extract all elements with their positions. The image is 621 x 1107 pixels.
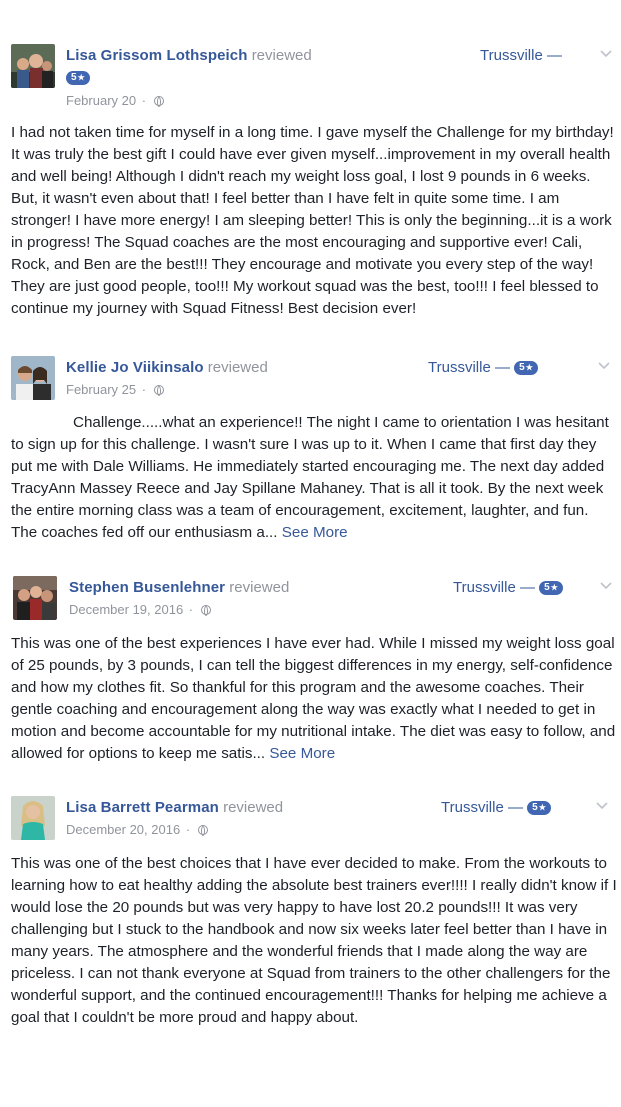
- avatar[interactable]: [11, 356, 55, 400]
- reviewer-name[interactable]: Stephen Busenlehner: [69, 579, 225, 596]
- review-action: reviewed: [251, 47, 312, 64]
- location-label: Trussville —: [453, 579, 535, 596]
- review-meta: February 20 ·: [66, 93, 164, 108]
- review-meta: December 20, 2016 ·: [66, 822, 208, 837]
- location-link[interactable]: Trussville — 5★: [428, 359, 538, 376]
- review-date[interactable]: December 20, 2016: [66, 822, 180, 837]
- review-meta: December 19, 2016 ·: [69, 602, 211, 617]
- star-icon: ★: [538, 803, 546, 812]
- reviewer-name[interactable]: Kellie Jo Viikinsalo: [66, 359, 204, 376]
- see-more-link[interactable]: See More: [269, 745, 335, 762]
- review-text: Challenge.....what an experience!! The n…: [11, 412, 617, 544]
- chevron-down-icon[interactable]: [600, 50, 612, 58]
- location-label: Trussville —: [428, 359, 510, 376]
- chevron-down-icon[interactable]: [596, 802, 608, 810]
- review-body: Challenge.....what an experience!! The n…: [11, 414, 609, 541]
- review-action: reviewed: [223, 799, 284, 816]
- reviewer-name[interactable]: Lisa Grissom Lothspeich: [66, 47, 248, 64]
- review-body: I had not taken time for myself in a lon…: [11, 124, 614, 317]
- review-action: reviewed: [207, 359, 268, 376]
- location-link[interactable]: Trussville —: [480, 47, 562, 64]
- review-body: This was one of the best experiences I h…: [11, 635, 616, 762]
- review-text: This was one of the best choices that I …: [11, 853, 617, 1029]
- review-text: I had not taken time for myself in a lon…: [11, 122, 617, 320]
- star-icon: ★: [525, 363, 533, 372]
- rating-badge: 5★: [66, 71, 90, 85]
- star-icon: ★: [550, 583, 558, 592]
- rating-row: 5★: [66, 70, 90, 85]
- location-label: Trussville —: [480, 47, 562, 64]
- globe-icon: [197, 825, 208, 836]
- reviewer-line: Stephen Busenlehner reviewed: [69, 579, 289, 596]
- rating-badge: 5★: [539, 581, 563, 595]
- review-date[interactable]: February 25: [66, 382, 136, 397]
- location-label: Trussville —: [441, 799, 523, 816]
- reviewer-name[interactable]: Lisa Barrett Pearman: [66, 799, 219, 816]
- avatar[interactable]: [11, 796, 55, 840]
- chevron-down-icon[interactable]: [600, 582, 612, 590]
- avatar[interactable]: [11, 44, 55, 88]
- rating-badge: 5★: [514, 361, 538, 375]
- globe-icon: [200, 605, 211, 616]
- globe-icon: [153, 385, 164, 396]
- review-body: This was one of the best choices that I …: [11, 855, 617, 1026]
- see-more-link[interactable]: See More: [282, 524, 348, 541]
- review-action: reviewed: [229, 579, 290, 596]
- rating-badge: 5★: [527, 801, 551, 815]
- globe-icon: [153, 96, 164, 107]
- review-meta: February 25 ·: [66, 382, 164, 397]
- location-link[interactable]: Trussville — 5★: [441, 799, 551, 816]
- location-link[interactable]: Trussville — 5★: [453, 579, 563, 596]
- review-text: This was one of the best experiences I h…: [11, 633, 617, 765]
- reviewer-line: Kellie Jo Viikinsalo reviewed: [66, 359, 268, 376]
- review-date[interactable]: February 20: [66, 93, 136, 108]
- chevron-down-icon[interactable]: [598, 362, 610, 370]
- avatar[interactable]: [13, 576, 57, 620]
- star-icon: ★: [77, 73, 85, 82]
- review-date[interactable]: December 19, 2016: [69, 602, 183, 617]
- reviewer-line: Lisa Barrett Pearman reviewed: [66, 799, 283, 816]
- reviewer-line: Lisa Grissom Lothspeich reviewed: [66, 47, 312, 64]
